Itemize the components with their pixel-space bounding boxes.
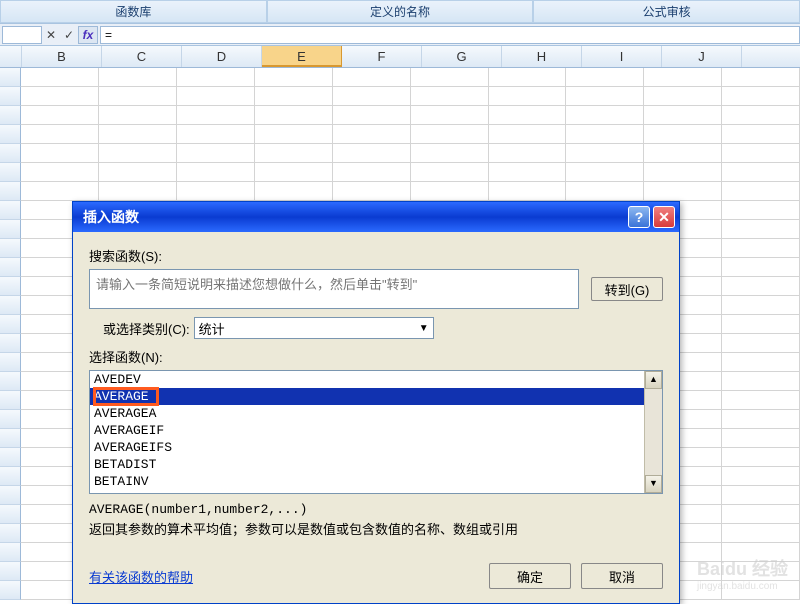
list-item[interactable]: AVERAGEIF: [90, 422, 644, 439]
ribbon-label-function-library[interactable]: 函数库: [0, 0, 267, 23]
cancel-button[interactable]: 取消: [581, 563, 663, 589]
column-header-b[interactable]: B: [22, 46, 102, 67]
formula-input[interactable]: =: [100, 26, 800, 44]
column-header-f[interactable]: F: [342, 46, 422, 67]
ribbon-label-formula-auditing[interactable]: 公式审核: [533, 0, 800, 23]
list-item[interactable]: AVERAGE: [90, 388, 644, 405]
scroll-down-icon[interactable]: ▼: [645, 475, 662, 493]
column-header-d[interactable]: D: [182, 46, 262, 67]
dialog-titlebar[interactable]: 插入函数 ? ✕: [73, 202, 679, 232]
select-function-label: 选择函数(N):: [89, 347, 663, 366]
column-header-c[interactable]: C: [102, 46, 182, 67]
ribbon-label-defined-names[interactable]: 定义的名称: [267, 0, 534, 23]
function-listbox[interactable]: AVEDEVAVERAGEAVERAGEAAVERAGEIFAVERAGEIFS…: [89, 370, 663, 494]
function-help-link[interactable]: 有关该函数的帮助: [89, 567, 193, 586]
list-item[interactable]: AVERAGEA: [90, 405, 644, 422]
dialog-title: 插入函数: [83, 207, 625, 227]
help-icon[interactable]: ?: [628, 206, 650, 228]
column-header-h[interactable]: H: [502, 46, 582, 67]
column-header-j[interactable]: J: [662, 46, 742, 67]
list-item[interactable]: BETAINV: [90, 473, 644, 490]
list-item[interactable]: AVEDEV: [90, 371, 644, 388]
scroll-track[interactable]: [645, 389, 662, 475]
list-item[interactable]: BETADIST: [90, 456, 644, 473]
search-function-input[interactable]: [89, 269, 579, 309]
category-label: 或选择类别(C):: [103, 319, 190, 338]
select-all-corner[interactable]: [0, 46, 22, 67]
column-headers: B C D E F G H I J: [0, 46, 800, 68]
formula-bar: ✕ ✓ fx =: [0, 24, 800, 46]
cancel-formula-icon[interactable]: ✕: [42, 28, 60, 42]
spreadsheet-grid[interactable]: // rows drawn below via simple loop afte…: [0, 68, 800, 600]
listbox-scrollbar[interactable]: ▲ ▼: [644, 371, 662, 493]
function-syntax: AVERAGE(number1,number2,...): [89, 502, 663, 517]
function-description: 返回其参数的算术平均值；参数可以是数值或包含数值的名称、数组或引用: [89, 521, 663, 539]
column-header-i[interactable]: I: [582, 46, 662, 67]
insert-function-dialog: 插入函数 ? ✕ 搜索函数(S): 转到(G) 或选择类别(C): 统计 ▼ 选…: [72, 201, 680, 604]
category-value: 统计: [199, 319, 225, 338]
confirm-formula-icon[interactable]: ✓: [60, 28, 78, 42]
scroll-up-icon[interactable]: ▲: [645, 371, 662, 389]
name-box[interactable]: [2, 26, 42, 44]
insert-function-fx-button[interactable]: fx: [78, 26, 98, 44]
go-button[interactable]: 转到(G): [591, 277, 663, 301]
category-select[interactable]: 统计 ▼: [194, 317, 434, 339]
list-item[interactable]: AVERAGEIFS: [90, 439, 644, 456]
chevron-down-icon: ▼: [419, 323, 429, 334]
column-header-g[interactable]: G: [422, 46, 502, 67]
ok-button[interactable]: 确定: [489, 563, 571, 589]
column-header-e[interactable]: E: [262, 46, 342, 67]
close-icon[interactable]: ✕: [653, 206, 675, 228]
search-function-label: 搜索函数(S):: [89, 246, 663, 265]
ribbon-group-labels: 函数库 定义的名称 公式审核: [0, 0, 800, 24]
